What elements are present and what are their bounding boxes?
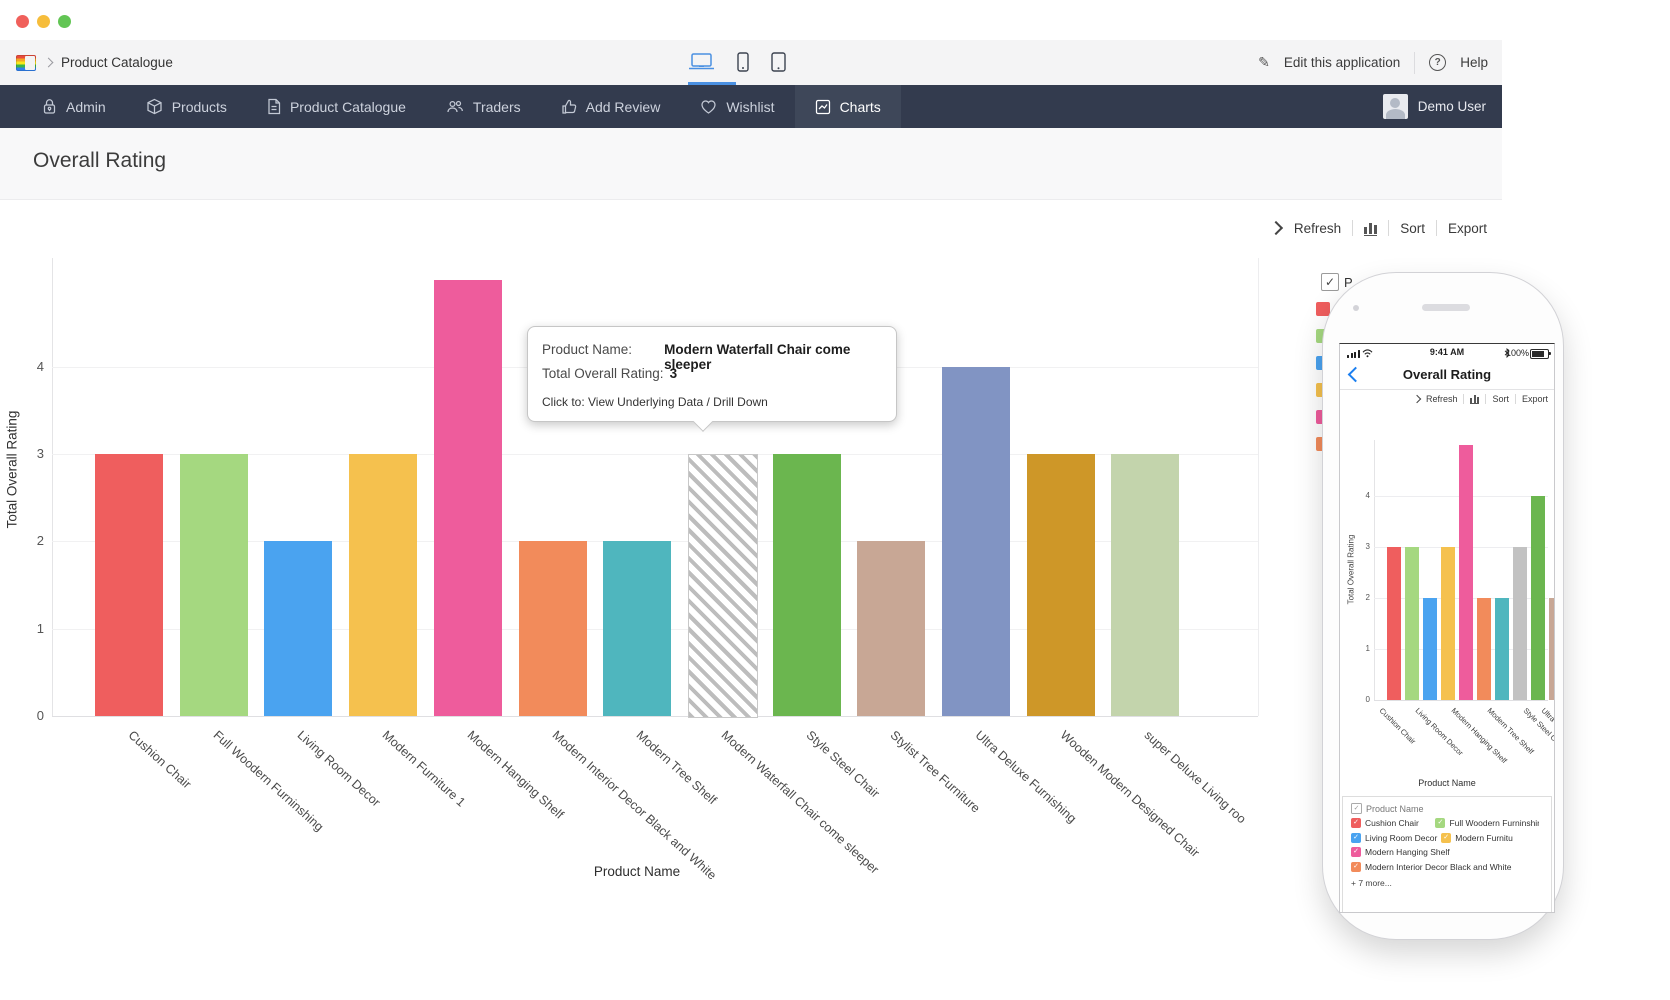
legend-color-checkbox: ✓ bbox=[1351, 818, 1361, 828]
phone-legend-item: ✓ Full Woodern Furninshing bbox=[1435, 818, 1539, 828]
tooltip-hint: Click to: View Underlying Data / Drill D… bbox=[542, 395, 768, 409]
y-axis-line bbox=[1374, 440, 1375, 700]
phone-legend-checkbox: ✓ bbox=[1351, 803, 1362, 814]
y-tick-label: 4 bbox=[1356, 491, 1370, 500]
phone-legend-item: ✓ Cushion Chair bbox=[1351, 818, 1435, 828]
tooltip-rating-label: Total Overall Rating: bbox=[542, 366, 664, 381]
tooltip-name-value: Modern Waterfall Chair come sleeper bbox=[664, 342, 896, 372]
chart-bar[interactable] bbox=[1387, 547, 1401, 700]
phone-speaker-icon bbox=[1422, 304, 1470, 311]
y-tick-label: 1 bbox=[1356, 644, 1370, 653]
phone-chart-legend: ✓ Product Name ✓Cushion Chair✓Full Woode… bbox=[1342, 796, 1552, 913]
chart-bar[interactable] bbox=[1495, 598, 1509, 700]
chart-bar[interactable] bbox=[1441, 547, 1455, 700]
chart-bar[interactable] bbox=[1549, 598, 1555, 700]
phone-camera-icon bbox=[1353, 305, 1359, 311]
legend-item-label: Modern Furnitu bbox=[1455, 833, 1513, 843]
legend-item-label: Modern Interior Decor Black and White bbox=[1365, 862, 1511, 872]
legend-color-checkbox: ✓ bbox=[1351, 847, 1361, 857]
chart-bar[interactable] bbox=[1459, 445, 1473, 700]
phone-legend-item: ✓ Modern Furnitu bbox=[1441, 833, 1539, 843]
phone-y-axis-title: Total Overall Rating bbox=[1347, 505, 1356, 635]
screenshot-stage: Product Catalogue ✎ Edit this applicatio… bbox=[0, 0, 1670, 1000]
phone-legend-item: ✓ Modern Interior Decor Black and White bbox=[1351, 862, 1543, 872]
legend-item-label: Cushion Chair bbox=[1365, 818, 1419, 828]
chart-bar[interactable] bbox=[1513, 547, 1527, 700]
y-tick-label: 2 bbox=[1356, 593, 1370, 602]
legend-item-label: Living Room Decor bbox=[1365, 833, 1437, 843]
chart-bar[interactable] bbox=[1405, 547, 1419, 700]
y-tick-label: 3 bbox=[1356, 542, 1370, 551]
phone-legend-item: ✓ Modern Hanging Shelf bbox=[1351, 847, 1543, 857]
x-axis-baseline bbox=[1374, 700, 1548, 701]
legend-color-checkbox: ✓ bbox=[1351, 862, 1361, 872]
chart-tooltip: Product Name: Modern Waterfall Chair com… bbox=[527, 326, 897, 422]
chart-bar[interactable] bbox=[1423, 598, 1437, 700]
legend-item-label: Full Woodern Furninshing bbox=[1449, 818, 1539, 828]
legend-color-checkbox: ✓ bbox=[1435, 818, 1445, 828]
legend-color-checkbox: ✓ bbox=[1441, 833, 1451, 843]
phone-mockup: 9:41 AM 100% Overall Rating Refresh Sort… bbox=[1322, 272, 1564, 940]
phone-x-axis-title: Product Name bbox=[1340, 778, 1554, 788]
chart-bar[interactable] bbox=[1531, 496, 1545, 700]
legend-item-label: Modern Hanging Shelf bbox=[1365, 847, 1450, 857]
x-category-label: Cushion Chair bbox=[1378, 706, 1418, 746]
phone-screen: 9:41 AM 100% Overall Rating Refresh Sort… bbox=[1339, 343, 1555, 913]
phone-legend-header: Product Name bbox=[1366, 804, 1424, 814]
chart-bar[interactable] bbox=[1477, 598, 1491, 700]
phone-legend-more: + 7 more... bbox=[1351, 878, 1543, 888]
tooltip-rating-value: 3 bbox=[670, 366, 678, 381]
phone-legend-item: ✓ Living Room Decor bbox=[1351, 833, 1441, 843]
legend-color-checkbox: ✓ bbox=[1351, 833, 1361, 843]
legend-product-name-checkbox[interactable]: ✓ bbox=[1321, 273, 1339, 291]
y-tick-label: 0 bbox=[1356, 695, 1370, 704]
